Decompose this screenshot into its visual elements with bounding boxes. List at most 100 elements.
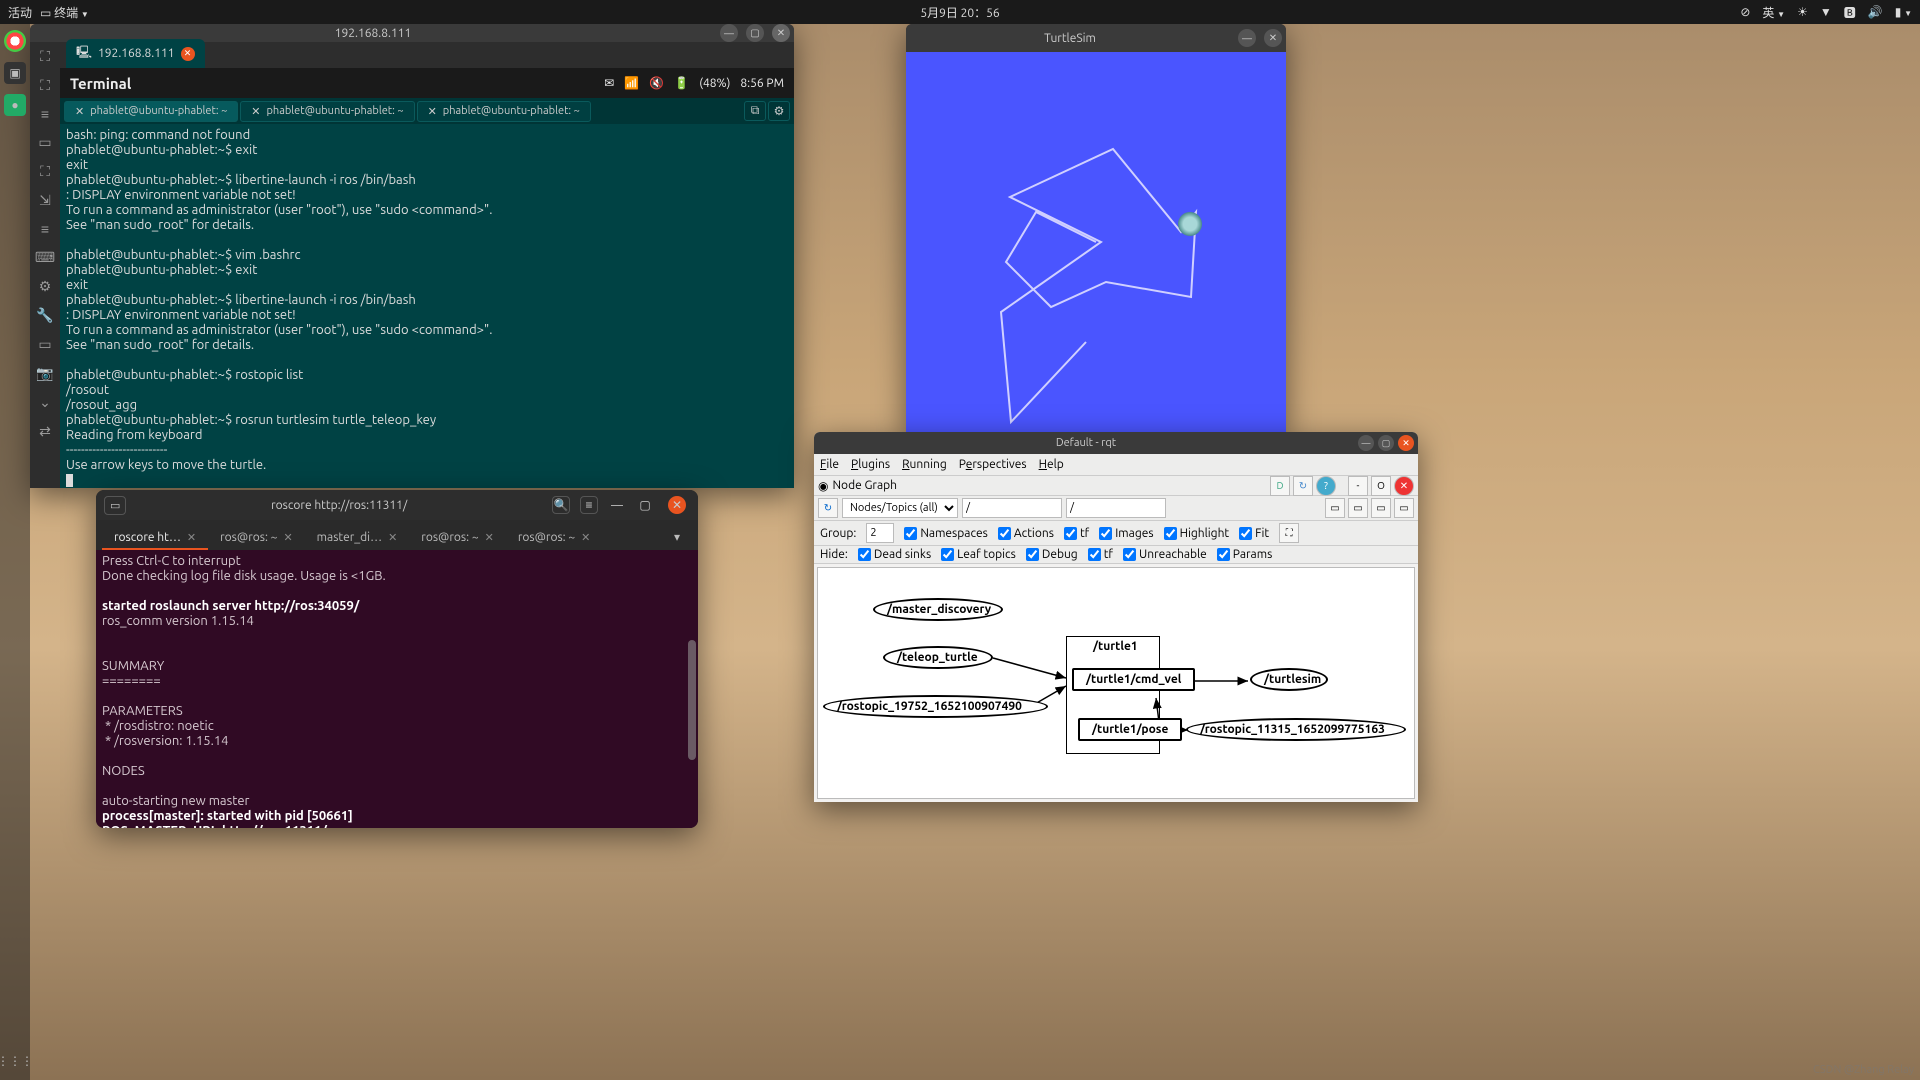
terminal-tab[interactable]: ros@ros: ~✕ xyxy=(409,525,506,550)
minimize-button[interactable]: — xyxy=(720,24,738,42)
keyboard-icon[interactable]: ⌨ xyxy=(35,249,55,266)
camera-icon[interactable]: 📷 xyxy=(36,365,53,382)
fit-button[interactable]: ⛶ xyxy=(1279,523,1299,543)
menu-help[interactable]: Help xyxy=(1039,458,1064,471)
scrollbar[interactable] xyxy=(688,550,696,828)
menu-icon[interactable]: ≡ xyxy=(41,106,49,122)
close-button[interactable]: ✕ xyxy=(1398,435,1414,451)
connection-tab[interactable]: 🖳 192.168.8.111 ✕ xyxy=(66,39,205,68)
terminal-tab[interactable]: ✕phablet@ubuntu-phablet: ~ xyxy=(64,101,238,122)
graph-node[interactable]: /master_discovery xyxy=(873,598,1003,621)
turtlesim-canvas[interactable] xyxy=(906,52,1286,432)
help-button[interactable]: ? xyxy=(1316,476,1336,496)
maximize-button[interactable]: ▢ xyxy=(636,496,654,514)
search-button[interactable]: 🔍 xyxy=(552,496,570,514)
fullscreen-icon[interactable]: ⛶ xyxy=(40,48,50,65)
tools-icon[interactable]: ▭ xyxy=(38,134,51,151)
graph-node[interactable]: /teleop_turtle xyxy=(883,646,993,669)
collapse-icon[interactable]: ⌄ xyxy=(39,394,51,411)
activities-button[interactable]: 活动 xyxy=(8,4,32,21)
titlebar[interactable]: ▭ roscore http://ros:11311/ 🔍 ≡ — ▢ ✕ xyxy=(96,490,698,520)
terminal-tab[interactable]: ✕phablet@ubuntu-phablet: ~ xyxy=(417,101,591,122)
close-icon[interactable]: ✕ xyxy=(187,531,196,544)
titlebar[interactable]: TurtleSim — ✕ xyxy=(906,24,1286,52)
tools2-icon[interactable]: 🔧 xyxy=(36,307,53,324)
check-namespaces[interactable]: Namespaces xyxy=(904,527,988,540)
graph-topic[interactable]: /turtle1/pose xyxy=(1078,718,1182,741)
settings-icon[interactable]: ⚙ xyxy=(39,278,52,295)
minimize-button[interactable]: — xyxy=(1358,435,1374,451)
menu-button[interactable]: ≡ xyxy=(580,496,598,514)
toolbtn-3[interactable]: ▭ xyxy=(1371,498,1391,518)
menu-running[interactable]: Running xyxy=(902,458,947,471)
menu-perspectives[interactable]: Perspectives xyxy=(959,458,1027,471)
minimize-button[interactable]: — xyxy=(1238,29,1256,47)
graph-node[interactable]: /rostopic_11315_1652099775163 xyxy=(1186,718,1406,741)
battery-icon[interactable]: ▮ ▼ xyxy=(1895,5,1912,19)
check-actions[interactable]: Actions xyxy=(998,527,1054,540)
settings-button[interactable]: ⚙ xyxy=(768,101,790,121)
terminal-tab[interactable]: master_di…✕ xyxy=(305,525,410,550)
group-spinbox[interactable] xyxy=(866,523,894,543)
check-fit[interactable]: Fit xyxy=(1239,527,1269,540)
terminal-output[interactable]: bash: ping: command not found phablet@ub… xyxy=(60,124,794,488)
dock-terminal[interactable]: ▣ xyxy=(4,62,26,84)
titlebar[interactable]: Default - rqt — ▢ ✕ xyxy=(814,432,1418,454)
check-tf[interactable]: tf xyxy=(1064,527,1089,540)
app-menu[interactable]: ▭ 终端 ▼ xyxy=(40,4,89,21)
header-max[interactable]: O xyxy=(1371,476,1391,496)
fit-icon[interactable]: ⛶ xyxy=(40,77,50,94)
graph-node[interactable]: /turtlesim xyxy=(1250,668,1328,691)
reload-button[interactable]: ↻ xyxy=(1293,476,1313,496)
close-button[interactable]: ✕ xyxy=(772,24,790,42)
graph-topic[interactable]: /turtle1/cmd_vel xyxy=(1072,668,1195,691)
check-debug[interactable]: Debug xyxy=(1026,548,1078,561)
new-tab-button[interactable]: ▭ xyxy=(104,496,126,515)
terminal-output[interactable]: Press Ctrl-C to interrupt Done checking … xyxy=(96,550,698,828)
show-applications[interactable]: ⋮⋮⋮ xyxy=(4,1050,26,1072)
scope-select[interactable]: Nodes/Topics (all) xyxy=(842,498,958,518)
close-button[interactable]: ✕ xyxy=(668,496,686,514)
close-icon[interactable]: ✕ xyxy=(485,531,494,544)
dock-chrome[interactable] xyxy=(4,30,26,52)
header-close[interactable]: ✕ xyxy=(1394,476,1414,496)
close-icon[interactable]: ✕ xyxy=(388,531,397,544)
check-deadsinks[interactable]: Dead sinks xyxy=(858,548,931,561)
check-tf2[interactable]: tf xyxy=(1088,548,1113,561)
close-button[interactable]: ✕ xyxy=(1264,29,1282,47)
toolbtn-2[interactable]: ▭ xyxy=(1348,498,1368,518)
check-leaftopics[interactable]: Leaf topics xyxy=(941,548,1016,561)
mail-icon[interactable]: ✉ xyxy=(604,76,614,90)
graph-node[interactable]: /rostopic_19752_1652100907490 xyxy=(823,695,1048,718)
close-icon[interactable]: ✕ xyxy=(581,531,590,544)
header-btn-d[interactable]: D xyxy=(1270,476,1290,496)
scale-icon[interactable]: ⇲ xyxy=(39,192,51,209)
copy-button[interactable]: ⧉ xyxy=(744,101,766,121)
topic-filter-input[interactable] xyxy=(1066,498,1166,518)
ime-indicator[interactable]: 英 ▼ xyxy=(1762,4,1785,21)
minimize-button[interactable]: — xyxy=(608,496,626,514)
menu2-icon[interactable]: ≡ xyxy=(41,221,49,237)
close-icon[interactable]: ✕ xyxy=(283,531,292,544)
tabs-dropdown[interactable]: ▾ xyxy=(662,524,692,550)
maximize-button[interactable]: ▢ xyxy=(746,24,764,42)
header-min[interactable]: - xyxy=(1348,476,1368,496)
namespace-filter-input[interactable] xyxy=(962,498,1062,518)
check-images[interactable]: Images xyxy=(1099,527,1153,540)
clipboard-icon[interactable]: ▭ xyxy=(38,336,51,353)
check-params[interactable]: Params xyxy=(1217,548,1273,561)
link-icon[interactable]: ⇄ xyxy=(39,423,51,440)
check-unreachable[interactable]: Unreachable xyxy=(1123,548,1207,561)
refresh-button[interactable]: ↻ xyxy=(818,498,838,518)
menu-file[interactable]: File xyxy=(820,458,839,471)
terminal-tab[interactable]: ros@ros: ~✕ xyxy=(506,525,603,550)
dock-app[interactable]: ● xyxy=(4,94,26,116)
terminal-tab[interactable]: roscore ht…✕ xyxy=(102,525,208,550)
close-icon[interactable]: ✕ xyxy=(181,47,195,61)
node-graph-canvas[interactable]: /master_discovery /teleop_turtle /rostop… xyxy=(817,567,1415,799)
toolbtn-4[interactable]: ▭ xyxy=(1394,498,1414,518)
menu-plugins[interactable]: Plugins xyxy=(851,458,890,471)
maximize-button[interactable]: ▢ xyxy=(1378,435,1394,451)
check-highlight[interactable]: Highlight xyxy=(1164,527,1230,540)
toolbtn-1[interactable]: ▭ xyxy=(1325,498,1345,518)
